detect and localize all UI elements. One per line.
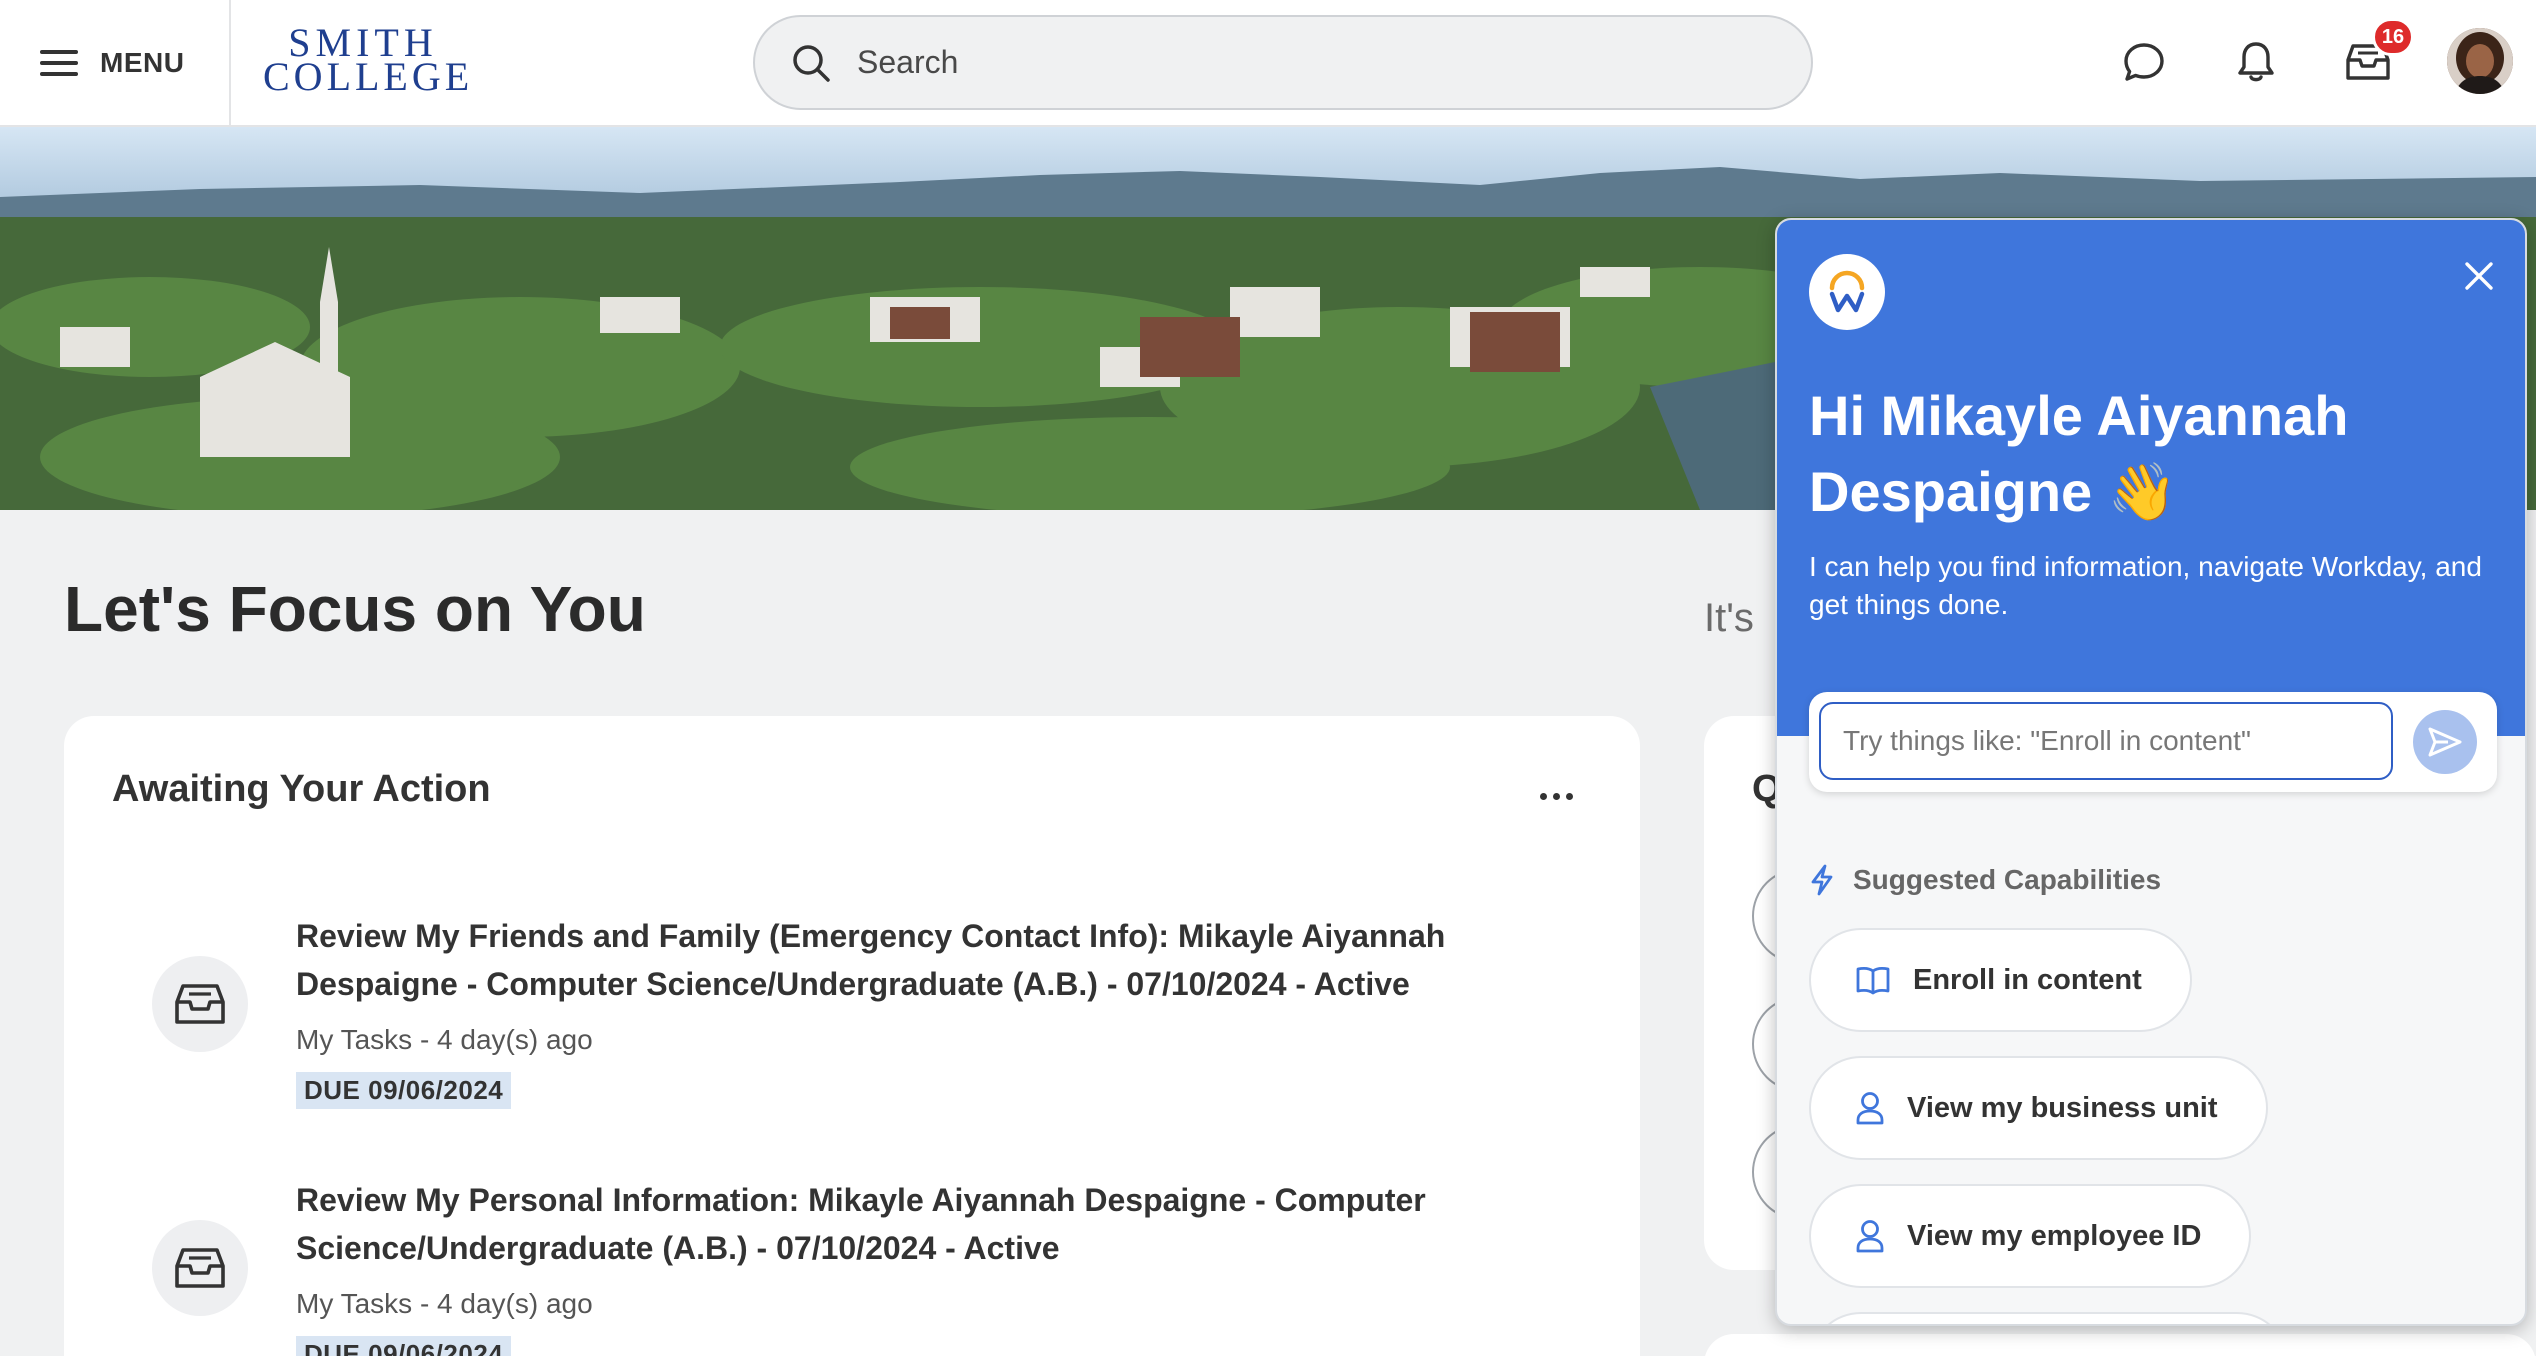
assistant-prompt-input[interactable] [1819, 702, 2393, 780]
awaiting-action-card: Awaiting Your Action Review My Friends a… [64, 716, 1640, 1356]
due-date-badge: DUE 09/06/2024 [296, 1072, 512, 1109]
chat-button[interactable] [2112, 30, 2176, 94]
hamburger-icon [40, 49, 78, 76]
suggested-capabilities-label: Suggested Capabilities [1853, 864, 2162, 895]
search-icon [793, 44, 830, 82]
college-logo[interactable]: SMITH COLLEGE [263, 23, 474, 99]
person-icon [1856, 1220, 1884, 1253]
assistant-input-box [1809, 692, 2497, 792]
task-meta: My Tasks - 4 day(s) ago [296, 1024, 593, 1055]
suggested-capabilities-header: Suggested Capabilities [1809, 864, 2161, 896]
chat-bubble-icon [2124, 43, 2164, 81]
bell-icon [2238, 42, 2274, 82]
chip-label: View my employee ID [1907, 1219, 2202, 1252]
workday-assistant-panel: Hi Mikayle Aiyannah Despaigne 👋 I can he… [1775, 218, 2527, 1326]
notifications-button[interactable] [2224, 30, 2288, 94]
secondary-card [1704, 1334, 2536, 1356]
inbox-count-badge: 16 [2372, 18, 2414, 56]
capability-enroll-in-content[interactable]: Enroll in content [1809, 928, 2192, 1032]
assistant-intro: I can help you find information, navigat… [1809, 551, 2482, 620]
chip-label: Enroll in content [1913, 963, 2142, 996]
due-date-badge: DUE 09/06/2024 [296, 1336, 512, 1356]
top-header: MENU SMITH COLLEGE Search 16 [0, 0, 2536, 127]
task-meta: My Tasks - 4 day(s) ago [296, 1288, 593, 1319]
logo-line-2: COLLEGE [263, 54, 474, 99]
dot-icon [1539, 792, 1547, 800]
assistant-greeting: Hi Mikayle Aiyannah Despaigne 👋 [1809, 384, 2349, 523]
task-title[interactable]: Review My Friends and Family (Emergency … [296, 912, 1476, 1008]
chip-label: View my business unit [1907, 1091, 2218, 1124]
menu-button[interactable]: MENU [0, 0, 231, 125]
workday-logo-icon [1809, 254, 1885, 330]
task-title[interactable]: Review My Personal Information: Mikayle … [296, 1176, 1476, 1272]
task-inbox-icon [152, 956, 248, 1052]
user-avatar[interactable] [2447, 28, 2513, 94]
person-icon [1856, 1092, 1884, 1125]
lightning-icon [1811, 864, 1833, 896]
send-icon [2428, 727, 2462, 757]
send-button[interactable] [2413, 710, 2477, 774]
book-icon [1856, 967, 1890, 995]
capability-view-employee-id[interactable]: View my employee ID [1809, 1184, 2252, 1288]
partial-announcement-text: It's [1704, 596, 1754, 640]
menu-label: MENU [100, 46, 185, 78]
close-icon [2465, 262, 2493, 290]
search-placeholder: Search [857, 44, 959, 80]
task-inbox-icon [152, 1220, 248, 1316]
search-bar[interactable]: Search [753, 15, 1813, 110]
page-title: Let's Focus on You [64, 573, 646, 645]
dot-icon [1552, 792, 1560, 800]
capability-chip-partial[interactable] [1809, 1312, 2289, 1324]
close-assistant-button[interactable] [2457, 254, 2501, 298]
dot-icon [1565, 792, 1573, 800]
card-title: Awaiting Your Action [112, 768, 491, 810]
more-options-button[interactable] [1534, 786, 1578, 806]
avatar-photo [2447, 28, 2513, 94]
capability-view-business-unit[interactable]: View my business unit [1809, 1056, 2268, 1160]
